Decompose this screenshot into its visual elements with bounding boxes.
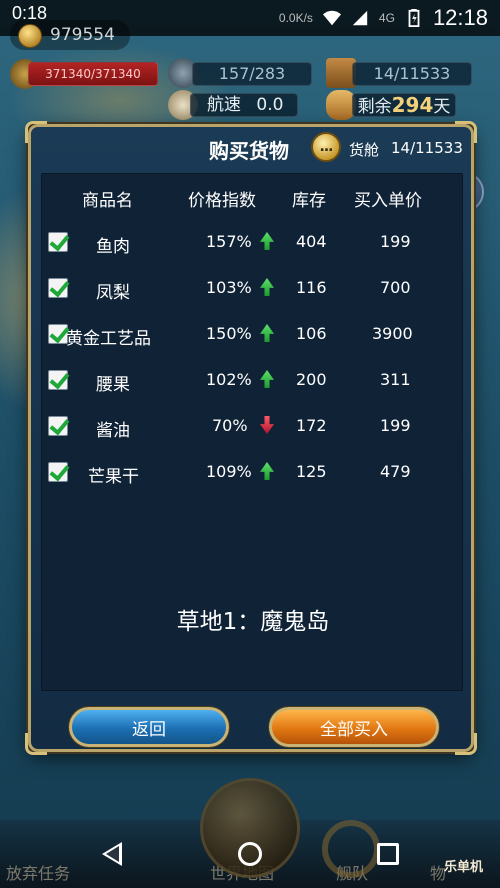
goods-checkbox[interactable] [48,462,68,482]
goods-row[interactable]: 凤梨 103% 116 700 [42,266,464,310]
frame-corner [455,733,477,755]
column-header-price-index: 价格指数 [188,191,256,211]
goods-stock: 125 [296,462,327,481]
goods-row[interactable]: 鱼肉 157% 404 199 [42,220,464,264]
watermark-logo: 乐单机 [444,860,484,875]
back-button[interactable]: 返回 [69,707,229,747]
goods-name: 芒果干 [88,467,139,487]
cargo-hold-value: 14/11533 [391,139,463,157]
trend-up-icon [260,232,274,250]
wifi-icon [322,10,341,26]
goods-name: 酱油 [96,421,130,441]
days-value: 294 [391,93,434,117]
goods-price-index: 103% [206,278,252,297]
battery-icon [408,9,420,27]
column-header-unit-price: 买入单价 [354,191,422,211]
nav-recent-apps-icon[interactable] [377,843,399,865]
nav-back-icon[interactable] [102,842,122,866]
goods-unit-price: 199 [380,232,411,251]
goods-stock: 172 [296,416,327,435]
goods-name: 腰果 [96,375,130,395]
column-header-stock: 库存 [292,191,326,211]
goods-name: 黄金工艺品 [66,329,151,349]
frame-corner [25,121,47,143]
goods-checkbox[interactable] [48,416,68,436]
speed-indicator: 航速 0.0 [190,93,298,117]
goods-checkbox[interactable] [48,370,68,390]
ship-durability-bar: 371340/371340 [28,62,158,86]
goods-unit-price: 199 [380,416,411,435]
goods-checkbox[interactable] [48,278,68,298]
goods-name: 鱼肉 [96,237,130,257]
status-clock: 12:18 [432,5,488,30]
cargo-hold-label: 货舱 [349,141,380,159]
goods-unit-price: 700 [380,278,411,297]
ship-wheel-icon[interactable] [322,820,380,878]
goods-price-index: 70% [212,416,248,435]
days-prefix: 剩余 [357,97,392,117]
goods-stock: 200 [296,370,327,389]
frame-corner [25,733,47,755]
goods-row[interactable]: 酱油 70% 172 199 [42,404,464,448]
goods-stock: 106 [296,324,327,343]
goods-row[interactable]: 芒果干 109% 125 479 [42,450,464,494]
goods-checkbox[interactable] [48,324,68,344]
goods-price-index: 150% [206,324,252,343]
goods-checkbox[interactable] [48,232,68,252]
network-type: 4G [378,11,395,25]
goods-unit-price: 3900 [372,324,413,343]
network-speed: 0.0K/s [278,11,313,25]
goods-unit-price: 311 [380,370,411,389]
speed-value: 0.0 [256,95,284,115]
goods-price-index: 157% [206,232,252,251]
chat-bubble-icon[interactable]: ... [311,132,341,162]
trend-up-icon [260,370,274,388]
nav-home-icon[interactable] [238,842,262,866]
cargo-counter: 14/11533 [352,62,472,86]
speed-label: 航速 [207,95,241,115]
days-suffix: 天 [433,97,451,117]
goods-price-index: 102% [206,370,252,389]
gold-counter: 979554 [10,20,130,50]
goods-stock: 116 [296,278,327,297]
trend-up-icon [260,462,274,480]
crew-counter: 157/283 [192,62,312,86]
column-header-name: 商品名 [82,191,133,211]
goods-row[interactable]: 腰果 102% 200 311 [42,358,464,402]
goods-price-index: 109% [206,462,252,481]
buy-goods-dialog: 购买货物 ... 货舱 14/11533 商品名 价格指数 库存 买入单价 鱼肉… [25,121,477,755]
trend-up-icon [260,278,274,296]
abandon-mission-label[interactable]: 放弃任务 [6,860,70,884]
goods-unit-price: 479 [380,462,411,481]
signal-icon [352,10,368,26]
dialog-title: 购买货物 [209,139,289,163]
trend-down-icon [260,416,274,434]
goods-row[interactable]: 黄金工艺品 150% 106 3900 [42,312,464,356]
supply-days-indicator: 剩余294天 [352,93,456,117]
coin-icon [18,24,42,48]
gold-value: 979554 [50,25,115,45]
port-location: 草地1：魔鬼岛 [176,609,330,635]
goods-stock: 404 [296,232,327,251]
trend-up-icon [260,324,274,342]
goods-table: 商品名 价格指数 库存 买入单价 鱼肉 157% 404 199 凤梨 103%… [41,173,463,691]
buy-all-button[interactable]: 全部买入 [269,707,439,747]
goods-name: 凤梨 [96,283,130,303]
